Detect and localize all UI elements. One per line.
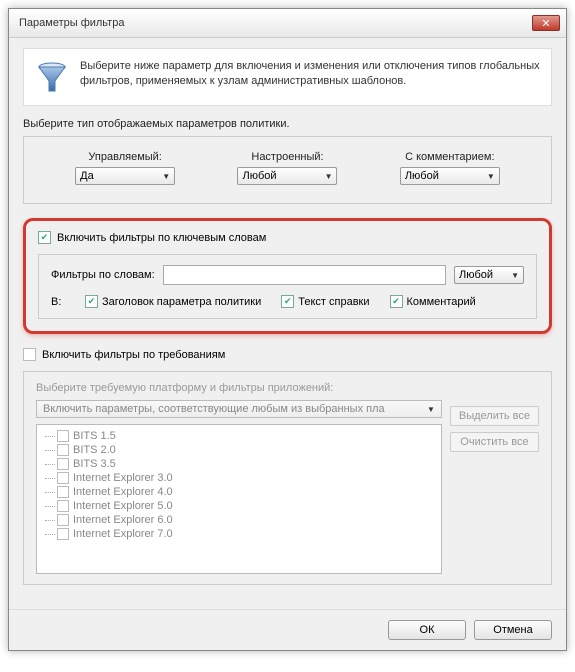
- platform-item: BITS 3.5: [39, 457, 439, 471]
- within-comment-item: ✔ Комментарий: [390, 295, 476, 308]
- keyword-match-dropdown[interactable]: Любой ▼: [454, 266, 524, 284]
- enable-keyword-row: ✔ Включить фильтры по ключевым словам: [38, 231, 537, 244]
- cancel-button[interactable]: Отмена: [474, 620, 552, 640]
- enable-requirements-label: Включить фильтры по требованиям: [42, 349, 225, 361]
- configured-value: Любой: [242, 170, 276, 182]
- footer: ОК Отмена: [9, 609, 566, 650]
- platform-item: BITS 1.5: [39, 429, 439, 443]
- keyword-within-row: В: ✔ Заголовок параметра политики ✔ Текс…: [51, 295, 524, 308]
- platform-item: Internet Explorer 3.0: [39, 471, 439, 485]
- ok-button[interactable]: ОК: [388, 620, 466, 640]
- content-area: Выберите ниже параметр для включения и и…: [9, 38, 566, 609]
- platform-left: Выберите требуемую платформу и фильтры п…: [36, 382, 442, 574]
- platform-item-checkbox: [57, 472, 69, 484]
- commented-column: С комментарием: Любой ▼: [400, 151, 500, 185]
- within-comment-label: Комментарий: [407, 296, 476, 308]
- enable-requirements-row: Включить фильтры по требованиям: [23, 348, 552, 361]
- platform-item-checkbox: [57, 458, 69, 470]
- platform-item: Internet Explorer 6.0: [39, 513, 439, 527]
- close-icon: ✕: [541, 17, 550, 30]
- commented-label: С комментарием:: [400, 151, 500, 163]
- platform-item-checkbox: [57, 500, 69, 512]
- platform-item-checkbox: [57, 514, 69, 526]
- within-label: В:: [51, 296, 65, 308]
- chevron-down-icon: ▼: [487, 172, 495, 181]
- platform-item-label: BITS 1.5: [73, 430, 116, 442]
- platform-mode-dropdown: Включить параметры, соответствующие любы…: [36, 400, 442, 418]
- configured-column: Настроенный: Любой ▼: [237, 151, 337, 185]
- chevron-down-icon: ▼: [325, 172, 333, 181]
- within-help-checkbox[interactable]: ✔: [281, 295, 294, 308]
- platform-mode-value: Включить параметры, соответствующие любы…: [43, 403, 385, 415]
- platform-list: BITS 1.5 BITS 2.0 BITS 3.5 Internet Explore…: [36, 424, 442, 574]
- keyword-inner-box: Фильтры по словам: Любой ▼ В: ✔ Заголово…: [38, 254, 537, 319]
- commented-value: Любой: [405, 170, 439, 182]
- policy-prompt: Выберите тип отображаемых параметров пол…: [23, 118, 552, 130]
- within-comment-checkbox[interactable]: ✔: [390, 295, 403, 308]
- managed-column: Управляемый: Да ▼: [75, 151, 175, 185]
- requirements-section: Включить фильтры по требованиям Выберите…: [23, 348, 552, 585]
- within-help-item: ✔ Текст справки: [281, 295, 369, 308]
- keyword-filter-label: Фильтры по словам:: [51, 269, 155, 281]
- enable-keyword-label: Включить фильтры по ключевым словам: [57, 232, 266, 244]
- platform-box: Выберите требуемую платформу и фильтры п…: [23, 371, 552, 585]
- keyword-match-value: Любой: [459, 269, 493, 281]
- platform-side-buttons: Выделить все Очистить все: [450, 406, 539, 574]
- platform-label: Выберите требуемую платформу и фильтры п…: [36, 382, 442, 394]
- select-all-button: Выделить все: [450, 406, 539, 426]
- platform-item: Internet Explorer 4.0: [39, 485, 439, 499]
- within-title-item: ✔ Заголовок параметра политики: [85, 295, 261, 308]
- platform-item-label: Internet Explorer 3.0: [73, 472, 173, 484]
- chevron-down-icon: ▼: [511, 271, 519, 280]
- platform-item-checkbox: [57, 444, 69, 456]
- managed-value: Да: [80, 170, 94, 182]
- commented-dropdown[interactable]: Любой ▼: [400, 167, 500, 185]
- platform-item-checkbox: [57, 430, 69, 442]
- managed-label: Управляемый:: [75, 151, 175, 163]
- close-button[interactable]: ✕: [532, 15, 560, 31]
- platform-item-label: Internet Explorer 4.0: [73, 486, 173, 498]
- titlebar[interactable]: Параметры фильтра ✕: [9, 9, 566, 38]
- platform-item-checkbox: [57, 486, 69, 498]
- platform-item-checkbox: [57, 528, 69, 540]
- managed-dropdown[interactable]: Да ▼: [75, 167, 175, 185]
- platform-item: Internet Explorer 7.0: [39, 527, 439, 541]
- platform-item-label: BITS 2.0: [73, 444, 116, 456]
- platform-item-label: Internet Explorer 6.0: [73, 514, 173, 526]
- within-title-checkbox[interactable]: ✔: [85, 295, 98, 308]
- policy-group: Управляемый: Да ▼ Настроенный: Любой ▼ С…: [23, 136, 552, 204]
- platform-item-label: BITS 3.5: [73, 458, 116, 470]
- chevron-down-icon: ▼: [162, 172, 170, 181]
- platform-item-label: Internet Explorer 5.0: [73, 500, 173, 512]
- header-description: Выберите ниже параметр для включения и и…: [80, 59, 541, 95]
- platform-item: Internet Explorer 5.0: [39, 499, 439, 513]
- window-title: Параметры фильтра: [19, 17, 532, 29]
- configured-dropdown[interactable]: Любой ▼: [237, 167, 337, 185]
- header-band: Выберите ниже параметр для включения и и…: [23, 48, 552, 106]
- configured-label: Настроенный:: [237, 151, 337, 163]
- keyword-input[interactable]: [163, 265, 446, 285]
- keyword-filter-section: ✔ Включить фильтры по ключевым словам Фи…: [23, 218, 552, 334]
- filter-options-dialog: Параметры фильтра ✕ Выберите ниже параме…: [8, 8, 567, 651]
- platform-item: BITS 2.0: [39, 443, 439, 457]
- enable-keyword-checkbox[interactable]: ✔: [38, 231, 51, 244]
- within-title-label: Заголовок параметра политики: [102, 296, 261, 308]
- chevron-down-icon: ▼: [427, 405, 435, 414]
- clear-all-button: Очистить все: [450, 432, 539, 452]
- keyword-filter-row: Фильтры по словам: Любой ▼: [51, 265, 524, 285]
- platform-item-label: Internet Explorer 7.0: [73, 528, 173, 540]
- enable-requirements-checkbox[interactable]: [23, 348, 36, 361]
- within-help-label: Текст справки: [298, 296, 369, 308]
- funnel-icon: [34, 59, 70, 95]
